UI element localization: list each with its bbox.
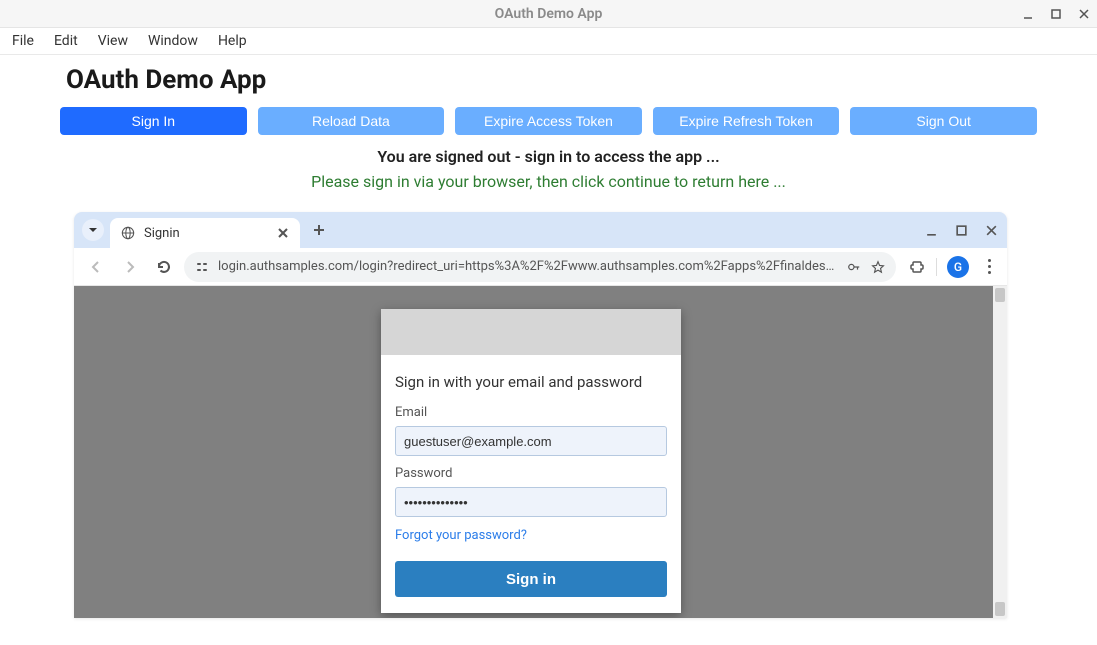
email-field[interactable] bbox=[395, 426, 667, 456]
expire-refresh-button[interactable]: Expire Refresh Token bbox=[653, 107, 840, 135]
browser-page: Sign in with your email and password Ema… bbox=[74, 286, 1007, 618]
scroll-up-arrow[interactable] bbox=[995, 288, 1005, 302]
reload-data-button[interactable]: Reload Data bbox=[258, 107, 445, 135]
tab-title: Signin bbox=[144, 226, 268, 241]
window-titlebar: OAuth Demo App bbox=[0, 0, 1097, 28]
signin-submit-button[interactable]: Sign in bbox=[395, 561, 667, 597]
toolbar-divider bbox=[936, 258, 937, 276]
browser-toolbar: login.authsamples.com/login?redirect_uri… bbox=[74, 248, 1007, 286]
globe-icon bbox=[120, 225, 136, 241]
expire-access-button[interactable]: Expire Access Token bbox=[455, 107, 642, 135]
menu-file[interactable]: File bbox=[2, 29, 44, 53]
menubar: File Edit View Window Help bbox=[0, 28, 1097, 55]
password-label: Password bbox=[395, 466, 667, 481]
menu-edit[interactable]: Edit bbox=[44, 29, 88, 53]
scrollbar[interactable] bbox=[993, 286, 1007, 618]
profile-badge[interactable]: G bbox=[947, 256, 969, 278]
email-label: Email bbox=[395, 405, 667, 420]
sign-in-button[interactable]: Sign In bbox=[60, 107, 247, 135]
extensions-icon[interactable] bbox=[908, 258, 926, 276]
login-card: Sign in with your email and password Ema… bbox=[381, 309, 681, 613]
window-close-icon[interactable] bbox=[1077, 7, 1091, 21]
menu-help[interactable]: Help bbox=[208, 29, 257, 53]
bookmark-star-icon[interactable] bbox=[870, 259, 886, 275]
browser-close-icon[interactable] bbox=[983, 222, 999, 238]
kebab-menu-icon[interactable] bbox=[979, 259, 999, 274]
password-field[interactable] bbox=[395, 487, 667, 517]
back-button[interactable] bbox=[82, 253, 110, 281]
menu-window[interactable]: Window bbox=[138, 29, 208, 53]
browser-window: Signin bbox=[74, 212, 1007, 618]
window-maximize-icon[interactable] bbox=[1049, 7, 1063, 21]
url-bar[interactable]: login.authsamples.com/login?redirect_uri… bbox=[184, 252, 896, 282]
url-text: login.authsamples.com/login?redirect_uri… bbox=[218, 259, 838, 274]
login-title: Sign in with your email and password bbox=[395, 373, 667, 391]
status-text: You are signed out - sign in to access t… bbox=[0, 147, 1097, 166]
window-minimize-icon[interactable] bbox=[1021, 7, 1035, 21]
password-key-icon[interactable] bbox=[846, 259, 862, 275]
scroll-down-arrow[interactable] bbox=[995, 602, 1005, 616]
instruction-text: Please sign in via your browser, then cl… bbox=[0, 172, 1097, 191]
tab-close-icon[interactable] bbox=[276, 226, 290, 240]
browser-minimize-icon[interactable] bbox=[923, 222, 939, 238]
forward-button[interactable] bbox=[116, 253, 144, 281]
browser-tab[interactable]: Signin bbox=[110, 218, 300, 248]
window-title: OAuth Demo App bbox=[0, 6, 1097, 22]
app-heading: OAuth Demo App bbox=[66, 65, 1097, 95]
menu-view[interactable]: View bbox=[88, 29, 138, 53]
reload-button[interactable] bbox=[150, 253, 178, 281]
sign-out-button[interactable]: Sign Out bbox=[850, 107, 1037, 135]
browser-maximize-icon[interactable] bbox=[953, 222, 969, 238]
login-header bbox=[381, 309, 681, 355]
forgot-password-link[interactable]: Forgot your password? bbox=[395, 528, 527, 543]
site-settings-icon[interactable] bbox=[194, 259, 210, 275]
tab-search-dropdown[interactable] bbox=[82, 219, 104, 241]
browser-tabstrip: Signin bbox=[74, 212, 1007, 248]
new-tab-button[interactable] bbox=[306, 217, 332, 243]
app-content: OAuth Demo App Sign In Reload Data Expir… bbox=[0, 55, 1097, 191]
button-row: Sign In Reload Data Expire Access Token … bbox=[0, 107, 1097, 135]
